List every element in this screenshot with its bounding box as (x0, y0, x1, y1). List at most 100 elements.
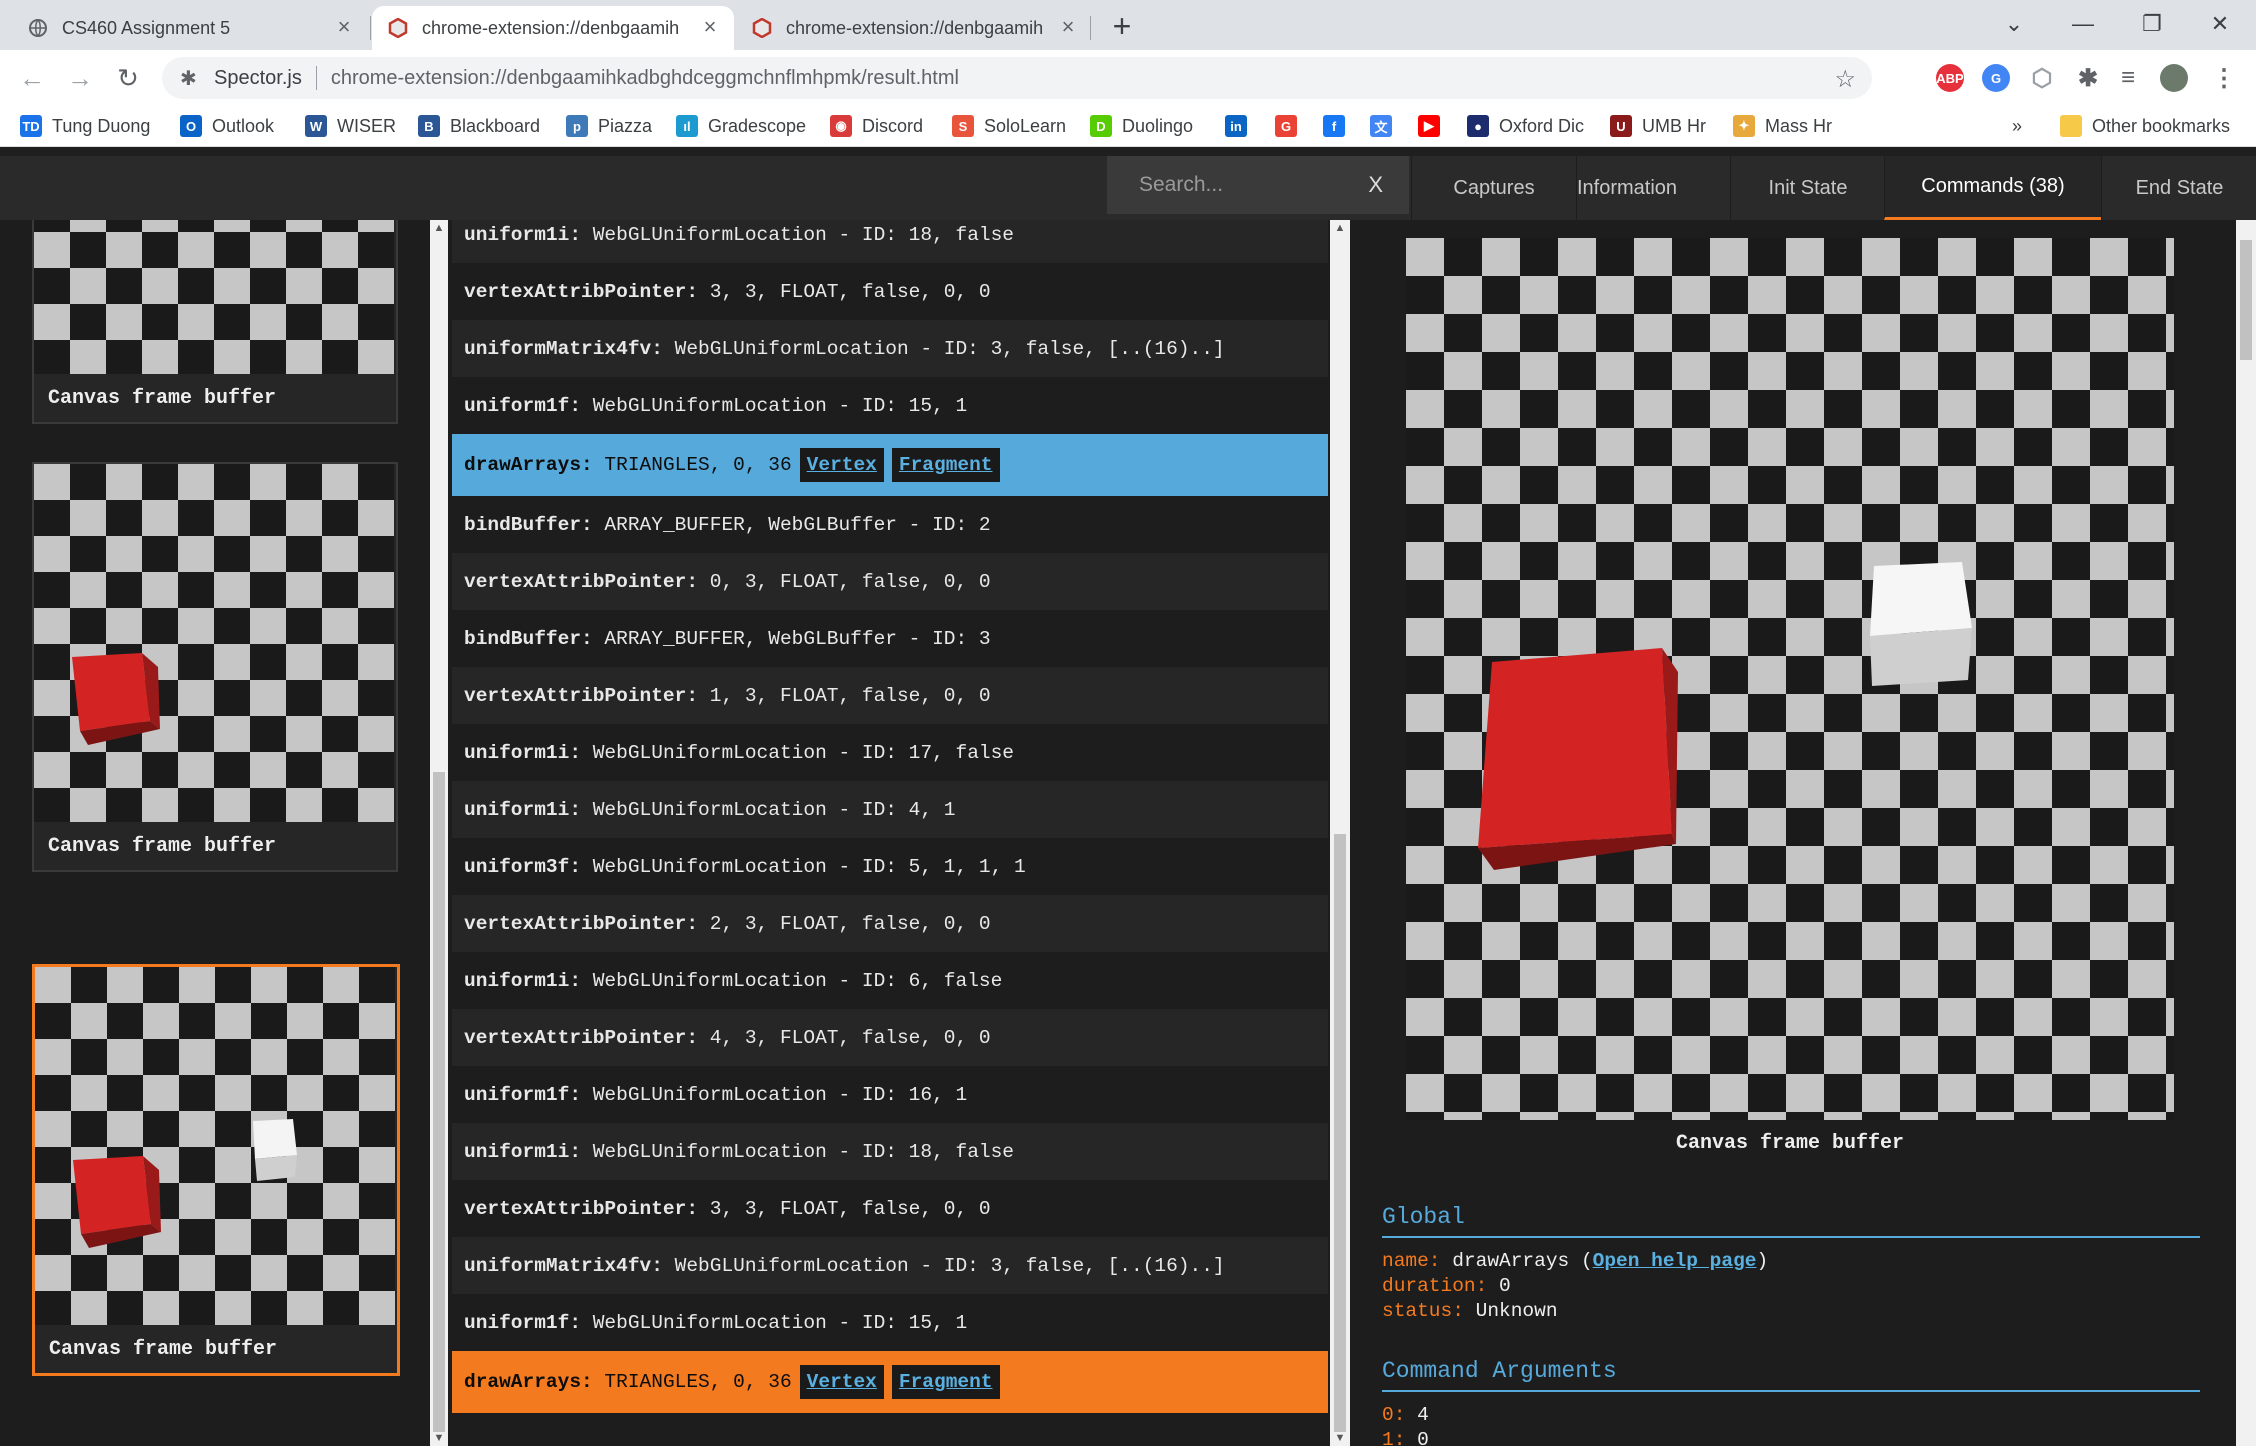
checkerboard-background (34, 220, 394, 374)
close-tab-icon[interactable]: × (332, 16, 356, 40)
bookmark-sololearn[interactable]: S SoloLearn (952, 114, 1066, 138)
close-tab-icon[interactable]: × (1056, 16, 1080, 40)
bookmark-blackboard[interactable]: B Blackboard (418, 114, 540, 138)
new-tab-button[interactable]: + (1105, 10, 1139, 44)
command-row[interactable]: uniform1i: WebGLUniformLocation - ID: 18… (452, 220, 1328, 263)
bookmark-gradescope[interactable]: ıl Gradescope (676, 114, 806, 138)
bookmark-favicon-icon: in (1225, 115, 1247, 137)
tab-information[interactable]: Information (1576, 156, 1677, 220)
fragment-shader-link[interactable]: Fragment (891, 448, 1000, 482)
command-args: WebGLUniformLocation - ID: 3, false, [..… (662, 337, 1225, 360)
command-row[interactable]: vertexAttribPointer: 3, 3, FLOAT, false,… (452, 263, 1328, 320)
command-row[interactable]: vertexAttribPointer: 0, 3, FLOAT, false,… (452, 553, 1328, 610)
tab-end-state[interactable]: End State (2101, 156, 2256, 220)
command-row[interactable]: vertexAttribPointer: 2, 3, FLOAT, false,… (452, 895, 1328, 952)
bookmarks-overflow-button[interactable]: » (2012, 114, 2022, 138)
command-row[interactable]: vertexAttribPointer: 1, 3, FLOAT, false,… (452, 667, 1328, 724)
capture-item-selected[interactable]: Canvas frame buffer (32, 964, 400, 1376)
google-translate-icon[interactable]: G (1982, 64, 2010, 92)
capture-item[interactable]: Canvas frame buffer (32, 462, 398, 872)
close-window-button[interactable]: ✕ (2200, 6, 2240, 42)
command-row[interactable]: uniform1f: WebGLUniformLocation - ID: 15… (452, 1294, 1328, 1351)
scroll-down-arrow-icon[interactable]: ▼ (430, 1430, 448, 1446)
menu-kebab-icon[interactable]: ⋮ (2210, 64, 2238, 92)
scrollbar-thumb[interactable] (1334, 834, 1346, 1432)
reading-list-icon[interactable]: ≡ (2114, 64, 2142, 92)
command-row[interactable]: uniform1i: WebGLUniformLocation - ID: 6,… (452, 952, 1328, 1009)
command-args: WebGLUniformLocation - ID: 18, false (581, 223, 1015, 246)
bookmark-star-icon[interactable]: ☆ (1834, 65, 1856, 94)
bookmark-favicon-icon: O (180, 115, 202, 137)
restore-button[interactable]: ❐ (2132, 6, 2172, 42)
command-row[interactable]: uniform1f: WebGLUniformLocation - ID: 15… (452, 377, 1328, 434)
tab-init-state[interactable]: Init State (1730, 156, 1885, 220)
vertex-shader-link[interactable]: Vertex (799, 448, 884, 482)
search-box[interactable]: X (1107, 156, 1409, 214)
bookmark-discord[interactable]: ◉ Discord (830, 114, 923, 138)
bookmark-文[interactable]: 文 (1370, 114, 1402, 138)
scrollbar-thumb[interactable] (433, 772, 445, 1432)
command-row[interactable]: uniform1i: WebGLUniformLocation - ID: 4,… (452, 781, 1328, 838)
command-row[interactable]: uniformMatrix4fv: WebGLUniformLocation -… (452, 1237, 1328, 1294)
back-arrow-icon[interactable]: ← (16, 62, 48, 94)
tab-commands[interactable]: Commands (38) (1884, 156, 2101, 220)
other-bookmarks-folder[interactable]: Other bookmarks (2060, 114, 2230, 138)
bookmark-g[interactable]: G (1275, 114, 1307, 138)
bookmark-oxford-dic[interactable]: ● Oxford Dic (1467, 114, 1584, 138)
capture-item[interactable]: Canvas frame buffer (32, 220, 398, 424)
tab-cs460[interactable]: CS460 Assignment 5 × (12, 6, 368, 50)
command-row-selected[interactable]: drawArrays: TRIANGLES, 0, 36 Vertex Fragme… (452, 1351, 1328, 1413)
bookmark-in[interactable]: in (1225, 114, 1257, 138)
command-row[interactable]: uniform1f: WebGLUniformLocation - ID: 16… (452, 1066, 1328, 1123)
scrollbar-thumb[interactable] (2240, 240, 2252, 360)
command-args: 3, 3, FLOAT, false, 0, 0 (698, 280, 991, 303)
profile-avatar[interactable] (2160, 64, 2188, 92)
close-tab-icon[interactable]: × (698, 16, 722, 40)
adblock-plus-icon[interactable]: ABP (1936, 64, 1964, 92)
fragment-shader-link[interactable]: Fragment (891, 1365, 1000, 1399)
command-name: uniform1i: (464, 798, 582, 821)
command-list-scrollbar[interactable]: ▲ ▼ (1330, 220, 1350, 1446)
tab-spector-result[interactable]: chrome-extension://denbgaamih × (372, 6, 734, 50)
bookmark-▶[interactable]: ▶ (1418, 114, 1450, 138)
bookmark-mass-hr[interactable]: ✦ Mass Hr (1733, 114, 1832, 138)
command-args: 3, 3, FLOAT, false, 0, 0 (698, 1197, 991, 1220)
bookmark-umb-hr[interactable]: U UMB Hr (1610, 114, 1706, 138)
command-row[interactable]: bindBuffer: ARRAY_BUFFER, WebGLBuffer - … (452, 610, 1328, 667)
vertex-shader-link[interactable]: Vertex (799, 1365, 884, 1399)
capture-thumbnail (34, 464, 394, 822)
tab-spector-2[interactable]: chrome-extension://denbgaamih × (736, 6, 1092, 50)
help-page-link[interactable]: Open help page (1593, 1250, 1757, 1272)
bookmark-duolingo[interactable]: D Duolingo (1090, 114, 1193, 138)
bookmark-wiser[interactable]: W WISER (305, 114, 396, 138)
command-row[interactable]: uniform1i: WebGLUniformLocation - ID: 18… (452, 1123, 1328, 1180)
minimize-button[interactable]: — (2063, 6, 2103, 42)
search-input[interactable] (1137, 172, 1361, 198)
address-bar[interactable]: ✱ Spector.js chrome-extension://denbgaam… (162, 57, 1872, 99)
spector-page: X Captures Information Init State Comman… (0, 156, 2256, 1446)
bookmark-tung-duong[interactable]: TD Tung Duong (20, 114, 150, 138)
bookmark-piazza[interactable]: p Piazza (566, 114, 652, 138)
command-row[interactable]: bindBuffer: ARRAY_BUFFER, WebGLBuffer - … (452, 496, 1328, 553)
tab-captures[interactable]: Captures (1411, 156, 1576, 220)
search-clear-icon[interactable]: X (1368, 172, 1383, 198)
command-row-selected[interactable]: drawArrays: TRIANGLES, 0, 36 Vertex Fragme… (452, 434, 1328, 496)
spector-icon[interactable]: ⬡ (2028, 64, 2056, 92)
command-row[interactable]: vertexAttribPointer: 4, 3, FLOAT, false,… (452, 1009, 1328, 1066)
detail-panel-scrollbar[interactable] (2236, 220, 2256, 1446)
command-row[interactable]: uniform1i: WebGLUniformLocation - ID: 17… (452, 724, 1328, 781)
command-row[interactable]: vertexAttribPointer: 3, 3, FLOAT, false,… (452, 1180, 1328, 1237)
forward-arrow-icon[interactable]: → (64, 62, 96, 94)
command-row[interactable]: uniformMatrix4fv: WebGLUniformLocation -… (452, 320, 1328, 377)
capture-list-scrollbar[interactable]: ▲ ▼ (430, 220, 448, 1446)
capture-list: Canvas frame buffer Canvas frame buffer (0, 220, 430, 1446)
scroll-up-arrow-icon[interactable]: ▲ (1331, 220, 1349, 236)
scroll-down-arrow-icon[interactable]: ▼ (1331, 1430, 1349, 1446)
bookmark-outlook[interactable]: O Outlook (180, 114, 274, 138)
command-row[interactable]: uniform3f: WebGLUniformLocation - ID: 5,… (452, 838, 1328, 895)
bookmark-f[interactable]: f (1323, 114, 1355, 138)
extensions-puzzle-icon[interactable]: ✱ (2074, 64, 2102, 92)
tab-search-icon[interactable]: ⌄ (1994, 6, 2034, 42)
reload-icon[interactable]: ↻ (112, 62, 144, 94)
scroll-up-arrow-icon[interactable]: ▲ (430, 220, 448, 236)
